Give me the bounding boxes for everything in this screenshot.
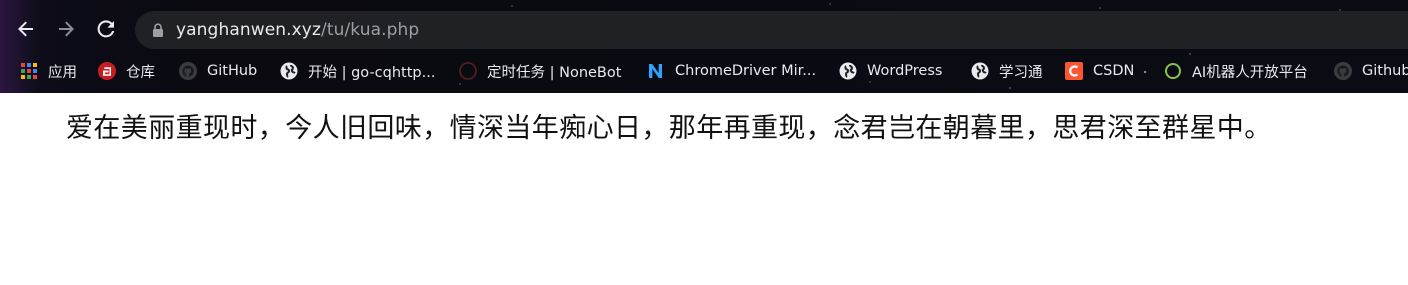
url-host: yanghanwen.xyz xyxy=(176,20,321,40)
chromedriver-icon xyxy=(647,62,665,80)
github-icon xyxy=(179,62,197,80)
bookmarks-bar: 应用 仓库 GitHub 开始 | go-cqhttp... 定时任务 | No xyxy=(0,57,1408,85)
bookmark-csdn[interactable]: CSDN xyxy=(1065,57,1134,85)
bookmark-apps[interactable]: 应用 xyxy=(20,57,77,85)
bookmark-ai-platform[interactable]: AI机器人开放平台 xyxy=(1164,57,1308,85)
ai-ring-icon xyxy=(1164,62,1182,80)
nonebot-icon xyxy=(459,62,477,80)
bookmark-wordpress[interactable]: WordPress xyxy=(839,57,942,85)
bookmark-label: 定时任务 | NoneBot xyxy=(487,64,622,81)
forward-button[interactable] xyxy=(50,13,82,45)
bookmark-label: AI机器人开放平台 xyxy=(1192,64,1308,81)
globe-icon xyxy=(280,62,298,80)
bookmark-label: WordPress xyxy=(867,63,943,79)
bookmark-label: ChromeDriver Mir... xyxy=(675,63,817,79)
back-arrow-icon xyxy=(18,21,33,37)
bookmark-chromedriver[interactable]: ChromeDriver Mir... xyxy=(647,57,816,85)
gitee-icon xyxy=(98,62,116,80)
url-text[interactable]: yanghanwen.xyz/tu/kua.php xyxy=(176,20,419,40)
browser-chrome: yanghanwen.xyz/tu/kua.php 应用 仓库 GitHub 开… xyxy=(0,0,1408,93)
address-bar[interactable]: yanghanwen.xyz/tu/kua.php xyxy=(135,11,1408,49)
forward-arrow-icon xyxy=(59,21,74,37)
lock-icon xyxy=(153,23,163,37)
bookmark-label: 开始 | go-cqhttp... xyxy=(308,64,436,81)
globe-icon xyxy=(971,62,989,80)
bookmark-github-2[interactable]: Github xyxy=(1334,57,1408,85)
github-icon xyxy=(1334,62,1352,80)
apps-grid-icon xyxy=(20,62,38,80)
bookmark-label: GitHub xyxy=(207,63,258,79)
bookmark-go-cqhttp[interactable]: 开始 | go-cqhttp... xyxy=(280,57,435,85)
bookmark-label: 应用 xyxy=(48,64,77,81)
bookmark-xuexitong[interactable]: 学习通 xyxy=(971,57,1043,85)
bookmark-label: 仓库 xyxy=(126,64,155,81)
csdn-icon xyxy=(1065,62,1083,80)
bookmark-nonebot[interactable]: 定时任务 | NoneBot xyxy=(459,57,621,85)
globe-icon xyxy=(839,62,857,80)
bookmark-label: CSDN xyxy=(1093,63,1135,79)
reload-button[interactable] xyxy=(90,13,122,45)
bookmark-gitee[interactable]: 仓库 xyxy=(98,57,155,85)
bookmark-github[interactable]: GitHub xyxy=(179,57,257,85)
bookmark-label: Github xyxy=(1362,63,1408,79)
back-button[interactable] xyxy=(10,13,42,45)
url-path: /tu/kua.php xyxy=(321,20,420,40)
page-text: 爱在美丽重现时，今人旧回味，情深当年痴心日，那年再重现，念君岂在朝暮里，思君深至… xyxy=(66,113,1272,144)
reload-icon xyxy=(97,20,115,38)
bookmark-label: 学习通 xyxy=(999,64,1043,81)
